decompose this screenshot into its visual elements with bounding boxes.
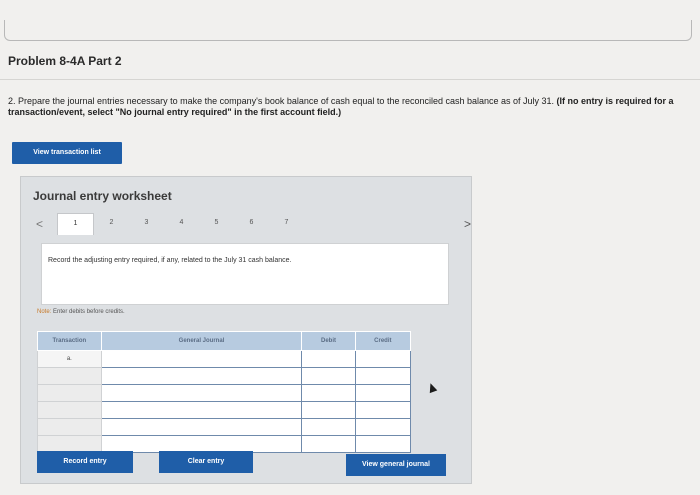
next-arrow-icon[interactable]: > [464,217,471,231]
top-frame [4,20,692,41]
tab-6[interactable]: 6 [234,213,269,233]
table-row: a. [37,350,412,368]
tab-2[interactable]: 2 [94,213,129,233]
journal-table: Transaction General Journal Debit Credit… [37,331,412,453]
instructions-main: 2. Prepare the journal entries necessary… [8,96,557,106]
credit-field[interactable] [354,350,412,368]
debit-field[interactable] [301,418,356,436]
credit-field[interactable] [354,401,412,419]
tab-7[interactable]: 7 [269,213,304,233]
transaction-cell [37,367,102,385]
record-entry-button[interactable]: Record entry [37,451,133,473]
divider [0,79,700,80]
account-field[interactable] [100,401,303,419]
header-general-journal: General Journal [100,331,303,351]
credit-field[interactable] [354,418,412,436]
note-label: Note: [37,309,52,315]
table-row [37,418,412,436]
account-field[interactable] [100,418,303,436]
header-debit: Debit [301,331,356,351]
account-field[interactable] [100,384,303,402]
debit-field[interactable] [301,384,356,402]
credit-field[interactable] [354,367,412,385]
clear-entry-button[interactable]: Clear entry [159,451,253,473]
tab-3[interactable]: 3 [129,213,164,233]
worksheet-tabs: 1 2 3 4 5 6 7 [57,213,304,235]
account-field[interactable] [100,367,303,385]
table-row [37,435,412,453]
transaction-cell [37,384,102,402]
journal-entry-worksheet: Journal entry worksheet < 1 2 3 4 5 6 7 … [20,176,472,484]
view-general-journal-button[interactable]: View general journal [346,454,446,476]
debit-field[interactable] [301,367,356,385]
record-box: Record the adjusting entry required, if … [41,243,449,305]
problem-title: Problem 8-4A Part 2 [8,54,122,68]
note-text: Enter debits before credits. [51,309,125,315]
transaction-cell [37,435,102,453]
table-row [37,401,412,419]
note: Note: Enter debits before credits. [37,309,125,315]
record-instruction: Record the adjusting entry required, if … [48,257,292,264]
view-transaction-list-button[interactable]: View transaction list [12,142,122,164]
credit-field[interactable] [354,384,412,402]
transaction-cell [37,418,102,436]
debit-field[interactable] [301,435,356,453]
tab-5[interactable]: 5 [199,213,234,233]
debit-field[interactable] [301,401,356,419]
table-row [37,384,412,402]
tab-4[interactable]: 4 [164,213,199,233]
table-header-row: Transaction General Journal Debit Credit [37,331,412,351]
credit-field[interactable] [354,435,412,453]
transaction-select[interactable]: a. [37,350,102,368]
table-row [37,367,412,385]
header-credit: Credit [354,331,412,351]
transaction-cell [37,401,102,419]
debit-field[interactable] [301,350,356,368]
account-field[interactable] [100,350,303,368]
prev-arrow-icon[interactable]: < [36,217,43,231]
instructions: 2. Prepare the journal entries necessary… [8,96,678,118]
header-transaction: Transaction [37,331,102,351]
worksheet-title: Journal entry worksheet [33,189,172,203]
tab-1[interactable]: 1 [57,213,94,235]
account-field[interactable] [100,435,303,453]
